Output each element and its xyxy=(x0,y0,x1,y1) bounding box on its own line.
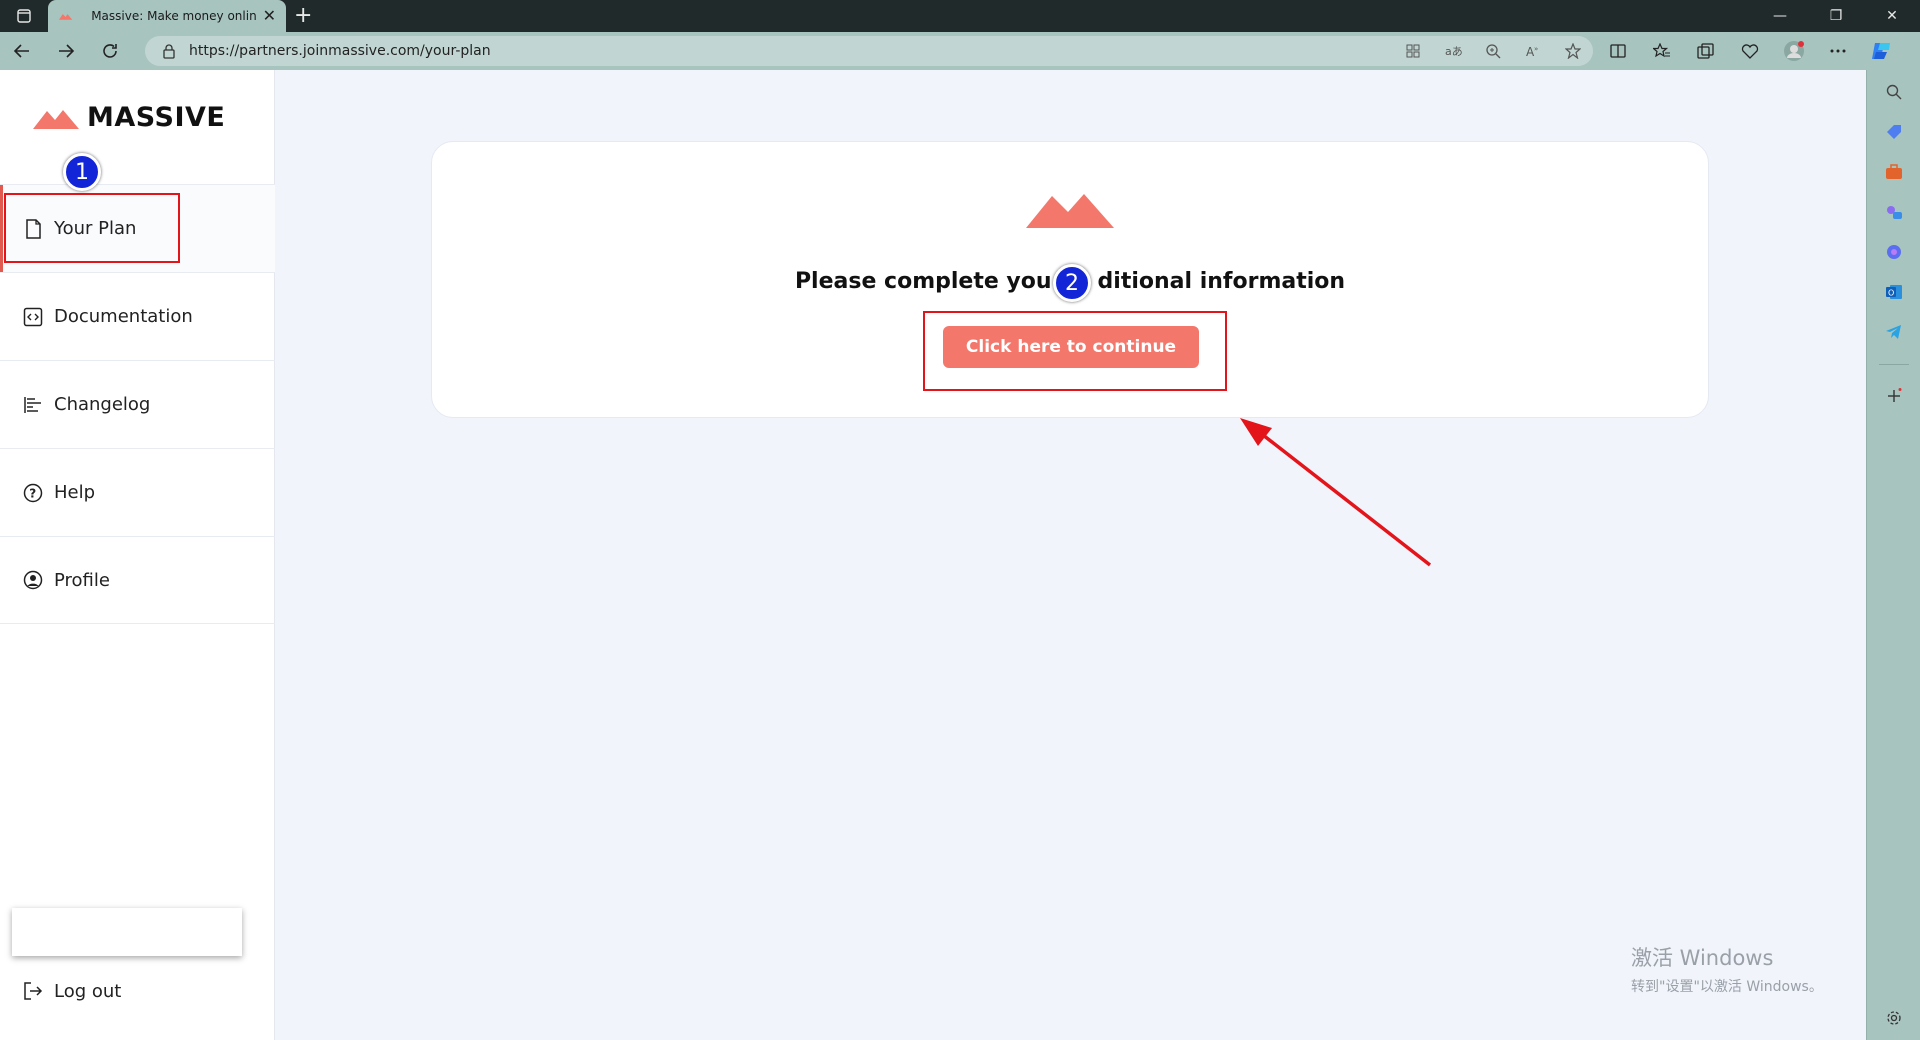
read-aloud-icon[interactable]: A» xyxy=(1523,41,1543,61)
minimize-button[interactable]: — xyxy=(1752,0,1808,32)
search-icon[interactable] xyxy=(1884,82,1904,102)
sidebar-divider xyxy=(1879,364,1909,365)
changelog-icon xyxy=(22,394,44,416)
watermark-line-2: 转到"设置"以激活 Windows。 xyxy=(1631,979,1823,995)
watermark-line-1: 激活 Windows xyxy=(1631,946,1774,970)
profile-icon xyxy=(22,569,44,591)
refresh-button[interactable] xyxy=(88,32,132,70)
heading-left-text: Please complete you xyxy=(794,269,1052,294)
add-sidebar-app-icon[interactable] xyxy=(1884,386,1904,406)
profile-avatar-icon[interactable] xyxy=(1780,37,1808,65)
svg-text:?: ? xyxy=(29,486,36,500)
code-icon xyxy=(22,306,44,328)
new-tab-button[interactable]: + xyxy=(294,3,312,28)
windows-activation-watermark: 激活 Windows 转到"设置"以激活 Windows。 xyxy=(1631,942,1823,996)
games-icon[interactable] xyxy=(1884,202,1904,222)
browser-tab-strip: Massive: Make money online with ✕ + — ❐ … xyxy=(0,0,1920,32)
split-screen-icon[interactable] xyxy=(1604,37,1632,65)
lock-icon xyxy=(163,44,175,59)
restore-button[interactable]: ❐ xyxy=(1808,0,1864,32)
annotation-arrow-icon xyxy=(1240,418,1432,567)
massive-mountain-icon xyxy=(1026,194,1114,228)
refresh-icon xyxy=(103,44,117,58)
tools-briefcase-icon[interactable] xyxy=(1884,162,1904,182)
svg-text:aあ: aあ xyxy=(1445,45,1462,58)
back-arrow-icon xyxy=(13,44,29,58)
logout-icon xyxy=(22,980,44,1002)
telegram-icon[interactable] xyxy=(1884,322,1904,342)
logout-label: Log out xyxy=(54,980,122,1002)
highlight-box-your-plan xyxy=(4,193,180,263)
massive-favicon-icon xyxy=(58,14,73,20)
tab-title: Massive: Make money online with xyxy=(91,9,257,23)
tab-actions-button[interactable] xyxy=(0,0,48,32)
help-icon: ? xyxy=(22,482,44,504)
nav-item-label: Documentation xyxy=(54,306,193,327)
blank-popup-card xyxy=(12,908,242,956)
nav-item-label: Changelog xyxy=(54,394,151,415)
shopping-tag-icon[interactable] xyxy=(1884,122,1904,142)
nav-item-changelog[interactable]: Changelog xyxy=(0,360,275,448)
nav-item-profile[interactable]: Profile xyxy=(0,536,275,624)
heading-right-text: ditional information xyxy=(1097,269,1346,294)
back-button[interactable] xyxy=(0,32,44,70)
copilot-sidebar-icon[interactable] xyxy=(1884,242,1904,262)
more-options-icon[interactable] xyxy=(1824,37,1852,65)
svg-text:O: O xyxy=(1888,289,1894,298)
outlook-icon[interactable]: O xyxy=(1884,282,1904,302)
highlight-box-continue xyxy=(923,311,1227,391)
logo-text: MASSIVE xyxy=(87,102,226,133)
nav-item-documentation[interactable]: Documentation xyxy=(0,272,275,360)
massive-logo[interactable]: MASSIVE xyxy=(33,102,225,133)
forward-button[interactable] xyxy=(44,32,88,70)
edge-sidebar: O xyxy=(1866,70,1920,1040)
step-badge-2: 2 xyxy=(1053,264,1091,302)
logout-button[interactable]: Log out xyxy=(22,980,121,1002)
nav-item-label: Profile xyxy=(54,569,110,591)
browser-tab[interactable]: Massive: Make money online with ✕ xyxy=(48,0,286,32)
tab-actions-icon xyxy=(17,9,31,23)
nav-item-label: Help xyxy=(54,482,96,503)
url-text: https://partners.joinmassive.com/your-pl… xyxy=(189,43,491,59)
copilot-icon[interactable] xyxy=(1868,37,1896,65)
close-window-button[interactable]: ✕ xyxy=(1864,0,1920,32)
zoom-icon[interactable] xyxy=(1483,41,1503,61)
translate-icon[interactable]: aあ xyxy=(1443,41,1463,61)
browser-essentials-icon[interactable] xyxy=(1736,37,1764,65)
step-badge-1: 1 xyxy=(63,153,101,191)
address-bar[interactable]: https://partners.joinmassive.com/your-pl… xyxy=(145,36,1593,66)
nav-item-help[interactable]: ? Help xyxy=(0,448,275,536)
app-available-icon[interactable] xyxy=(1403,41,1423,61)
massive-mountain-logo-icon xyxy=(33,109,79,129)
collections-icon[interactable] xyxy=(1692,37,1720,65)
favorites-icon[interactable] xyxy=(1648,37,1676,65)
favorite-star-icon[interactable] xyxy=(1563,41,1583,61)
sidebar-settings-icon[interactable] xyxy=(1884,1008,1904,1028)
forward-arrow-icon xyxy=(59,44,75,58)
svg-text:»: » xyxy=(1534,45,1538,53)
tab-close-icon[interactable]: ✕ xyxy=(263,6,276,26)
